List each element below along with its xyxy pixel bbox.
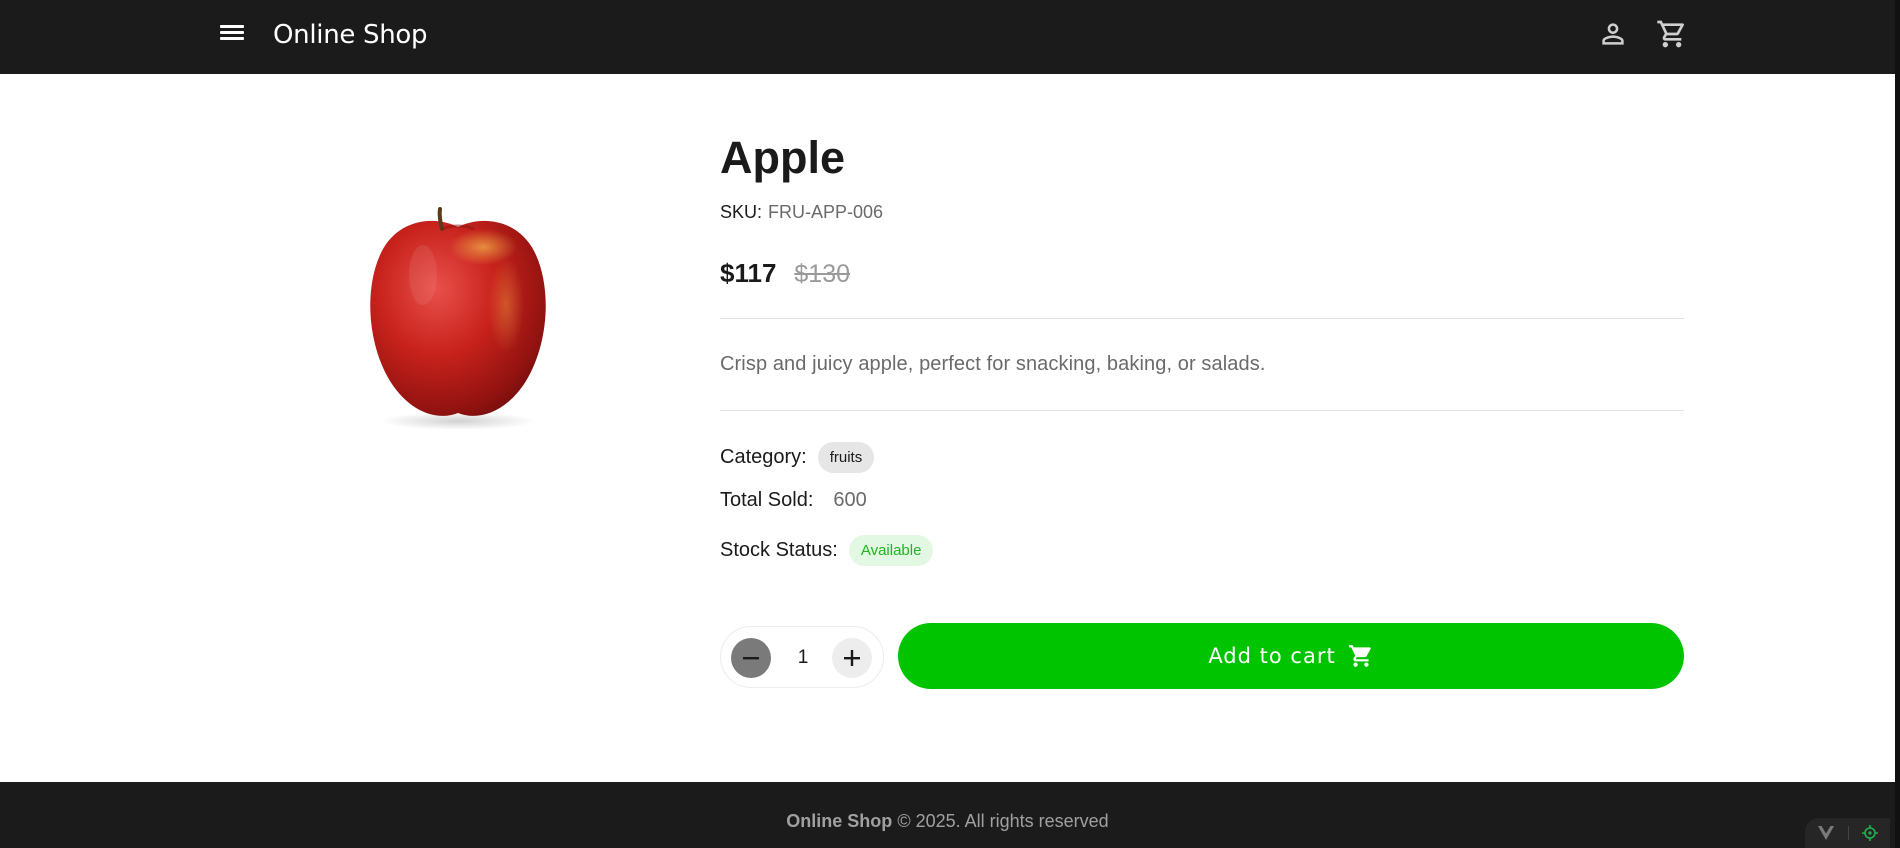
add-to-cart-label: Add to cart [1208, 644, 1336, 668]
sku-label: SKU: [720, 202, 763, 222]
account-button[interactable] [1597, 18, 1629, 50]
quantity-value[interactable]: 1 [781, 647, 825, 669]
product-title: Apple [720, 132, 846, 183]
footer-copyright-text: © 2025. All rights reserved [897, 811, 1109, 831]
footer-brand: Online Shop [786, 811, 893, 831]
menu-icon-line [220, 31, 244, 34]
divider [720, 318, 1684, 319]
sku-row: SKU: FRU-APP-006 [720, 202, 883, 223]
product-description: Crisp and juicy apple, perfect for snack… [720, 353, 1266, 375]
category-row: Category: fruits [720, 442, 875, 473]
plus-icon [844, 650, 860, 666]
footer-copyright: Online Shop © 2025. All rights reserved [0, 811, 1895, 832]
category-label: Category: [720, 446, 807, 468]
price-row: $117 $130 [720, 258, 850, 289]
total-sold-value: 600 [833, 489, 867, 511]
stock-status-row: Stock Status: Available [720, 535, 934, 566]
top-app-bar: Online Shop [0, 0, 1895, 74]
minus-icon [743, 657, 759, 660]
product-image [318, 185, 598, 440]
brand-title[interactable]: Online Shop [273, 20, 428, 50]
divider [720, 410, 1684, 411]
original-price: $130 [794, 260, 851, 288]
page-scrollbar[interactable] [1895, 0, 1900, 848]
shopping-cart-icon [1657, 20, 1685, 48]
stock-status-badge: Available [848, 535, 934, 566]
current-price: $117 [720, 258, 777, 288]
total-sold-row: Total Sold: 600 [720, 489, 867, 512]
devtools-widget[interactable] [1805, 818, 1890, 848]
stock-status-label: Stock Status: [720, 539, 838, 561]
category-chip[interactable]: fruits [817, 442, 875, 473]
menu-icon-line [220, 37, 244, 40]
cart-button[interactable] [1656, 18, 1688, 50]
vue-logo-icon [1818, 826, 1835, 840]
target-icon [1861, 825, 1878, 841]
apple-image [370, 207, 546, 430]
add-to-cart-button[interactable]: Add to cart [898, 623, 1684, 689]
cart-icon [1348, 645, 1371, 667]
person-icon [1602, 23, 1624, 45]
menu-button[interactable] [218, 21, 248, 47]
decrease-quantity-button[interactable] [731, 638, 771, 678]
increase-quantity-button[interactable] [832, 638, 872, 678]
footer: Online Shop © 2025. All rights reserved [0, 782, 1895, 848]
devtools-separator [1847, 826, 1849, 840]
menu-icon-line [220, 25, 244, 28]
sku-value: FRU-APP-006 [768, 202, 884, 222]
quantity-stepper: 1 [720, 626, 884, 688]
total-sold-label: Total Sold: [720, 489, 814, 511]
